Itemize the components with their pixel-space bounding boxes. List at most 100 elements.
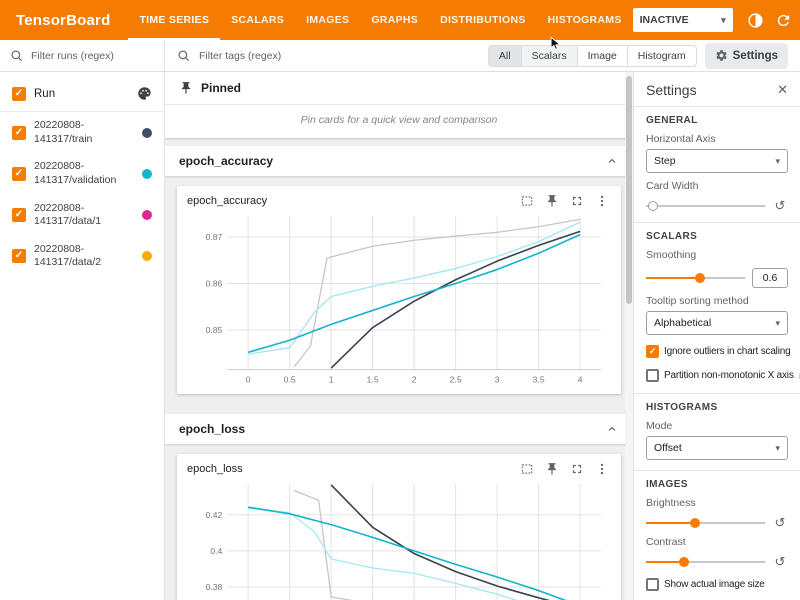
filter-histogram-button[interactable]: Histogram bbox=[627, 46, 696, 66]
card-width-slider[interactable] bbox=[646, 200, 765, 212]
settings-panel-title: Settings bbox=[646, 82, 697, 98]
svg-text:0: 0 bbox=[246, 375, 251, 385]
horizontal-axis-value: Step bbox=[654, 155, 676, 167]
tab-histograms[interactable]: HISTOGRAMS bbox=[537, 0, 633, 40]
show-actual-size-checkbox[interactable] bbox=[646, 578, 659, 591]
reset-icon[interactable]: ↺ bbox=[772, 199, 788, 212]
smoothing-slider[interactable] bbox=[646, 272, 745, 284]
run-item-train[interactable]: 20220808-141317/train bbox=[0, 112, 164, 153]
reset-icon[interactable]: ↺ bbox=[772, 516, 788, 529]
run-item-validation[interactable]: 20220808-141317/validation bbox=[0, 153, 164, 194]
pin-icon[interactable] bbox=[545, 462, 559, 476]
pinned-empty-text: Pin cards for a quick view and compariso… bbox=[165, 105, 633, 138]
runs-sidebar: Run 20220808-141317/train 20220808-14131… bbox=[0, 72, 165, 600]
brightness-slider[interactable] bbox=[646, 517, 765, 529]
run-checkbox[interactable] bbox=[12, 208, 26, 222]
ignore-outliers-row[interactable]: Ignore outliers in chart scaling bbox=[646, 345, 788, 358]
refresh-button[interactable] bbox=[771, 7, 797, 33]
horizontal-axis-select[interactable]: Step ▾ bbox=[646, 149, 788, 173]
card-actions bbox=[520, 462, 611, 476]
section-body: epoch_loss bbox=[165, 444, 633, 600]
filter-all-button[interactable]: All bbox=[489, 46, 521, 66]
partition-x-axis-checkbox[interactable] bbox=[646, 369, 659, 382]
chevron-up-icon[interactable] bbox=[605, 154, 619, 168]
close-icon[interactable]: ✕ bbox=[777, 82, 788, 98]
epoch-loss-chart[interactable]: 00.511.522.533.540.360.380.40.42 bbox=[187, 478, 611, 600]
slider-knob[interactable] bbox=[679, 557, 689, 567]
chevron-up-icon[interactable] bbox=[605, 422, 619, 436]
slider-knob[interactable] bbox=[695, 273, 705, 283]
run-label: 20220808-141317/data/1 bbox=[34, 202, 134, 229]
reset-icon[interactable]: ↺ bbox=[772, 555, 788, 568]
fit-to-data-icon[interactable] bbox=[520, 462, 534, 476]
svg-text:2.5: 2.5 bbox=[450, 375, 462, 385]
slider-knob[interactable] bbox=[690, 518, 700, 528]
partition-x-axis-row[interactable]: Partition non-monotonic X axis ⓘ bbox=[646, 368, 788, 383]
fit-to-data-icon[interactable] bbox=[520, 194, 534, 208]
section-header[interactable]: epoch_loss bbox=[165, 414, 633, 444]
epoch-accuracy-chart[interactable]: 00.511.522.533.540.850.860.87 bbox=[187, 210, 611, 390]
horizontal-axis-label: Horizontal Axis bbox=[646, 133, 788, 145]
tab-distributions[interactable]: DISTRIBUTIONS bbox=[429, 0, 537, 40]
svg-text:1: 1 bbox=[329, 375, 334, 385]
run-label: 20220808-141317/validation bbox=[34, 160, 134, 187]
pinned-panel: Pinned Pin cards for a quick view and co… bbox=[165, 72, 633, 138]
show-actual-size-row[interactable]: Show actual image size bbox=[646, 578, 788, 591]
slider-knob[interactable] bbox=[648, 201, 658, 211]
card-title: epoch_loss bbox=[187, 463, 243, 475]
filter-scalars-button[interactable]: Scalars bbox=[521, 46, 577, 66]
tab-scalars[interactable]: SCALARS bbox=[220, 0, 295, 40]
fullscreen-icon[interactable] bbox=[570, 462, 584, 476]
svg-text:4: 4 bbox=[578, 375, 583, 385]
tooltip-sorting-select[interactable]: Alphabetical ▾ bbox=[646, 311, 788, 335]
tab-graphs[interactable]: GRAPHS bbox=[360, 0, 429, 40]
histogram-mode-select[interactable]: Offset ▾ bbox=[646, 436, 788, 460]
contrast-row: ↺ bbox=[646, 555, 788, 568]
svg-text:0.87: 0.87 bbox=[206, 232, 223, 242]
content-area: Run 20220808-141317/train 20220808-14131… bbox=[0, 72, 800, 600]
run-color-dot bbox=[142, 128, 152, 138]
filter-runs-input[interactable]: Filter runs (regex) bbox=[0, 40, 165, 71]
svg-text:0.42: 0.42 bbox=[206, 509, 223, 519]
card-width-label: Card Width bbox=[646, 180, 788, 192]
reload-status-select[interactable]: INACTIVE ▾ bbox=[633, 8, 733, 32]
more-options-icon[interactable] bbox=[595, 194, 609, 208]
run-color-dot bbox=[142, 210, 152, 220]
tooltip-sorting-value: Alphabetical bbox=[654, 317, 711, 329]
tab-time-series[interactable]: TIME SERIES bbox=[128, 0, 220, 40]
run-item-data-2[interactable]: 20220808-141317/data/2 bbox=[0, 236, 164, 277]
settings-button[interactable]: Settings bbox=[705, 43, 788, 69]
theme-toggle-button[interactable] bbox=[743, 7, 769, 33]
pin-icon[interactable] bbox=[545, 194, 559, 208]
run-item-data-1[interactable]: 20220808-141317/data/1 bbox=[0, 195, 164, 236]
run-checkbox[interactable] bbox=[12, 126, 26, 140]
run-checkbox[interactable] bbox=[12, 167, 26, 181]
scrollbar-thumb[interactable] bbox=[626, 76, 632, 304]
status-label: INACTIVE bbox=[640, 14, 689, 26]
section-header[interactable]: epoch_accuracy bbox=[165, 146, 633, 176]
select-all-runs-checkbox[interactable] bbox=[12, 87, 26, 101]
run-checkbox[interactable] bbox=[12, 249, 26, 263]
main-scrollbar[interactable] bbox=[625, 72, 633, 600]
filter-image-button[interactable]: Image bbox=[577, 46, 627, 66]
more-options-icon[interactable] bbox=[595, 462, 609, 476]
svg-text:0.86: 0.86 bbox=[206, 279, 223, 289]
ignore-outliers-checkbox[interactable] bbox=[646, 345, 659, 358]
histogram-mode-label: Mode bbox=[646, 420, 788, 432]
scalar-card-epoch-loss: epoch_loss bbox=[177, 454, 621, 600]
fullscreen-icon[interactable] bbox=[570, 194, 584, 208]
pinned-title: Pinned bbox=[201, 81, 241, 95]
card-actions bbox=[520, 194, 611, 208]
svg-text:2: 2 bbox=[412, 375, 417, 385]
card-title: epoch_accuracy bbox=[187, 195, 267, 207]
smoothing-label: Smoothing bbox=[646, 249, 788, 261]
svg-text:0.4: 0.4 bbox=[210, 546, 222, 556]
tab-images[interactable]: IMAGES bbox=[295, 0, 360, 40]
svg-text:3.5: 3.5 bbox=[533, 375, 545, 385]
smoothing-value-input[interactable]: 0.6 bbox=[752, 268, 788, 288]
palette-icon[interactable] bbox=[137, 86, 152, 101]
run-label: 20220808-141317/train bbox=[34, 119, 134, 146]
filter-tags-input[interactable]: Filter tags (regex) bbox=[199, 50, 480, 62]
contrast-slider[interactable] bbox=[646, 556, 765, 568]
refresh-icon bbox=[775, 12, 792, 29]
